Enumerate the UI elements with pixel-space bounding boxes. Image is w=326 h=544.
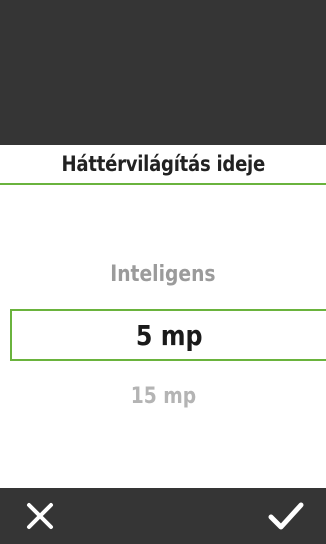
picker-option-label: 5 mp (135, 318, 203, 352)
checkmark-icon (268, 502, 304, 530)
page-title: Háttérvilágítás ideje (61, 152, 265, 176)
picker-option-previous[interactable]: Inteligens (0, 255, 326, 293)
picker-option-label: Inteligens (110, 261, 216, 287)
close-icon (27, 503, 53, 529)
picker-option-selected[interactable]: 5 mp (10, 309, 326, 361)
picker-option-next[interactable]: 15 mp (0, 377, 326, 415)
confirm-button[interactable] (246, 488, 326, 544)
backlight-timeout-screen: Háttérvilágítás ideje Inteligens 5 mp 15… (0, 0, 326, 544)
value-picker[interactable]: Inteligens 5 mp 15 mp (0, 185, 326, 488)
bottom-action-bar (0, 488, 326, 544)
picker-option-label: 15 mp (130, 383, 196, 409)
cancel-button[interactable] (0, 488, 80, 544)
title-bar: Háttérvilágítás ideje (0, 145, 326, 185)
top-dark-area (0, 0, 326, 145)
